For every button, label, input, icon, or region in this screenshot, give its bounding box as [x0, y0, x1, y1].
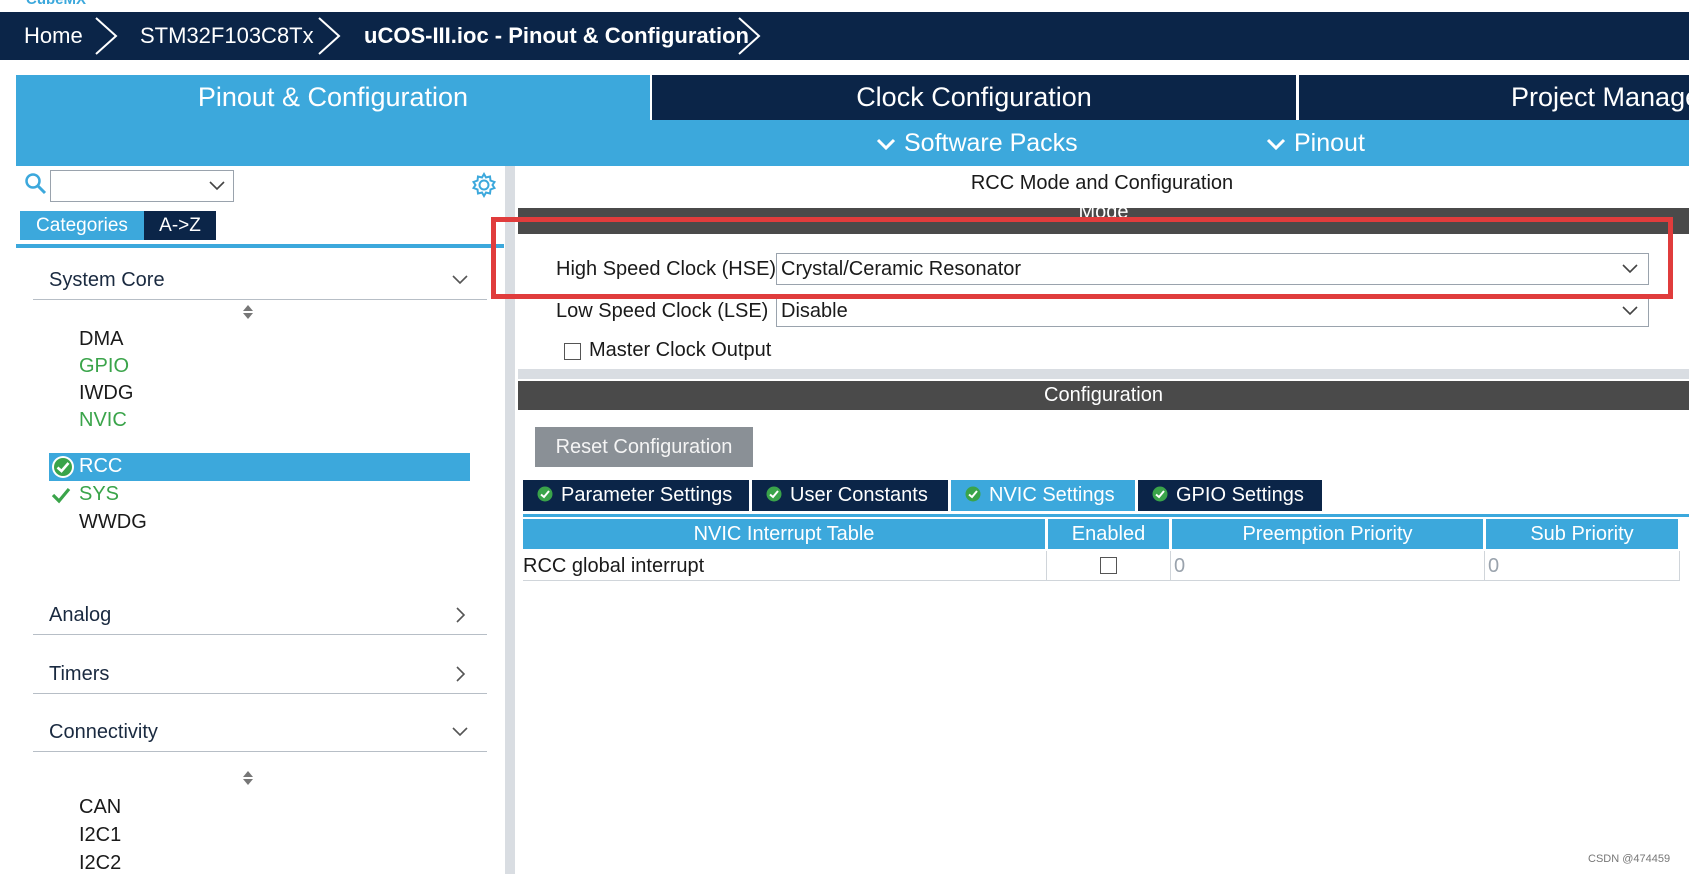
chevron-down-icon [1622, 306, 1638, 316]
section-divider [518, 369, 1689, 379]
breadcrumb-separator-icon [735, 16, 763, 56]
breadcrumb-home[interactable]: Home [24, 12, 83, 60]
left-panel-tabs: Categories A->Z [16, 211, 504, 248]
check-circle-icon [965, 486, 981, 502]
tab-label: Parameter Settings [561, 484, 733, 506]
check-circle-icon [537, 486, 553, 502]
tab-categories[interactable]: Categories [20, 211, 144, 240]
column-header[interactable]: NVIC Interrupt Table [523, 519, 1045, 549]
tab-clock-configuration[interactable]: Clock Configuration [652, 75, 1296, 120]
peripheral-i2c1[interactable]: I2C1 [79, 824, 121, 847]
peripheral-i2c2[interactable]: I2C2 [79, 852, 121, 875]
tab-parameter-settings[interactable]: Parameter Settings [523, 480, 749, 511]
category-label: Connectivity [49, 721, 158, 743]
software-packs-menu[interactable]: Software Packs [876, 120, 1078, 166]
check-circle-icon [766, 486, 782, 502]
rcc-panel-title: RCC Mode and Configuration [970, 172, 1234, 194]
breadcrumb-current-page[interactable]: uCOS-III.ioc - Pinout & Configuration [364, 12, 749, 60]
peripheral-wwdg[interactable]: WWDG [79, 511, 147, 534]
check-circle-icon [52, 456, 74, 478]
interrupt-enabled-checkbox[interactable] [1100, 557, 1117, 574]
software-packs-label: Software Packs [904, 129, 1078, 157]
chevron-down-icon [452, 727, 468, 737]
app-logo: CubeMX [26, 0, 86, 8]
annotation-highlight-box [491, 217, 1673, 299]
chevron-right-icon [456, 666, 466, 682]
lse-label: Low Speed Clock (LSE) [556, 300, 769, 322]
column-header[interactable]: Sub Priority [1486, 519, 1678, 549]
enabled-cell [1047, 551, 1171, 581]
configuration-section-header: Configuration [518, 381, 1689, 410]
pinout-menu-label: Pinout [1294, 129, 1365, 157]
chevron-right-icon [456, 607, 466, 623]
sub-priority-cell[interactable]: 0 [1485, 551, 1680, 581]
column-header[interactable]: Preemption Priority [1172, 519, 1483, 549]
column-header[interactable]: Enabled [1048, 519, 1169, 549]
pinout-menu[interactable]: Pinout [1266, 120, 1365, 166]
tab-gpio-settings[interactable]: GPIO Settings [1138, 480, 1322, 511]
peripheral-dma[interactable]: DMA [79, 328, 123, 351]
master-clock-output-checkbox[interactable] [564, 343, 581, 360]
search-icon[interactable] [24, 172, 48, 196]
reset-configuration-button[interactable]: Reset Configuration [535, 427, 753, 467]
sort-icon[interactable] [241, 769, 255, 787]
search-combo[interactable] [50, 170, 234, 202]
peripheral-can[interactable]: CAN [79, 796, 121, 819]
chevron-down-icon [1266, 139, 1286, 151]
tab-a-z[interactable]: A->Z [144, 211, 216, 240]
peripheral-iwdg[interactable]: IWDG [79, 382, 133, 405]
gear-icon[interactable] [470, 171, 498, 199]
watermark: CSDN @474459 [1588, 853, 1671, 865]
category-analog[interactable]: Analog [33, 598, 487, 635]
peripheral-rcc[interactable]: RCC [79, 455, 122, 478]
tab-project-manager[interactable]: Project Manager [1299, 75, 1689, 120]
preemption-priority-cell[interactable]: 0 [1171, 551, 1485, 581]
peripheral-sys[interactable]: SYS [79, 483, 119, 506]
interrupt-name-cell: RCC global interrupt [523, 551, 1047, 581]
main-tabs: Pinout & Configuration Clock Configurati… [16, 75, 1689, 120]
peripheral-gpio[interactable]: GPIO [79, 355, 129, 378]
lse-select[interactable]: Disable [776, 295, 1649, 327]
check-circle-icon [1152, 486, 1168, 502]
tab-label: GPIO Settings [1176, 484, 1304, 506]
peripheral-nvic[interactable]: NVIC [79, 409, 127, 432]
category-connectivity[interactable]: Connectivity [33, 715, 487, 752]
lse-select-value: Disable [781, 300, 848, 322]
breadcrumb: Home STM32F103C8Tx uCOS-III.ioc - Pinout… [0, 12, 1689, 60]
category-label: System Core [49, 269, 165, 291]
chevron-down-icon [209, 181, 225, 191]
configuration-tabs: Parameter Settings User Constants NVIC S… [523, 480, 1689, 517]
tab-label: NVIC Settings [989, 484, 1115, 506]
tab-label: User Constants [790, 484, 928, 506]
master-clock-output-label: Master Clock Output [589, 339, 772, 361]
breadcrumb-separator-icon [315, 16, 343, 56]
category-system-core[interactable]: System Core [33, 263, 487, 300]
breadcrumb-separator-icon [92, 16, 120, 56]
category-label: Timers [49, 663, 110, 685]
chevron-down-icon [452, 275, 468, 285]
chevron-down-icon [876, 139, 896, 151]
app-logo-strip: CubeMX [0, 0, 1689, 12]
category-label: Analog [49, 604, 112, 626]
tab-user-constants[interactable]: User Constants [752, 480, 948, 511]
tab-nvic-settings[interactable]: NVIC Settings [951, 480, 1135, 511]
sort-icon[interactable] [241, 303, 255, 321]
checkmark-icon [51, 487, 71, 504]
tab-pinout-configuration[interactable]: Pinout & Configuration [16, 75, 650, 120]
category-timers[interactable]: Timers [33, 657, 487, 694]
sub-toolbar: Software Packs Pinout [16, 120, 1689, 166]
breadcrumb-mcu[interactable]: STM32F103C8Tx [140, 12, 314, 60]
